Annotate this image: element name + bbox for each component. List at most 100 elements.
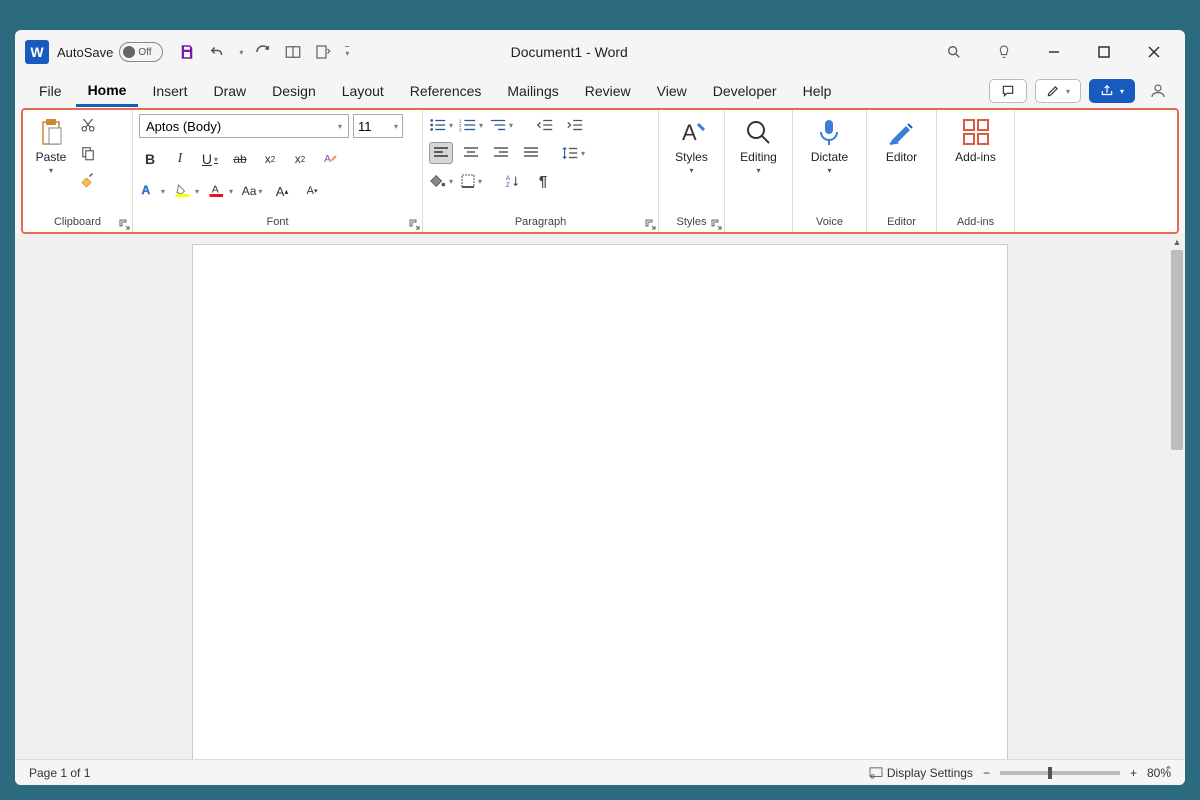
increase-indent-button[interactable] [563, 114, 587, 136]
close-button[interactable] [1139, 37, 1169, 67]
account-icon[interactable] [1143, 76, 1173, 106]
decrease-indent-button[interactable] [533, 114, 557, 136]
ribbon-highlight: Paste ▾ Clipboard [21, 108, 1179, 234]
lightbulb-icon[interactable] [989, 37, 1019, 67]
autosave-state: Off [138, 47, 151, 58]
tab-file[interactable]: File [27, 77, 74, 105]
display-settings-button[interactable]: Display Settings [869, 766, 973, 780]
svg-text:A: A [506, 175, 511, 182]
tab-help[interactable]: Help [791, 77, 844, 105]
cut-button[interactable] [77, 114, 99, 136]
subscript-button[interactable]: x2 [259, 148, 281, 170]
font-name-combo[interactable]: Aptos (Body)▾ [139, 114, 349, 138]
save-button[interactable] [177, 42, 197, 62]
tab-mailings[interactable]: Mailings [495, 77, 570, 105]
share-button[interactable]: ▾ [1089, 79, 1135, 103]
zoom-slider[interactable] [1000, 771, 1120, 775]
ribbon: Paste ▾ Clipboard [23, 110, 1177, 232]
borders-button[interactable]: ▾ [459, 170, 483, 192]
dictate-label: Dictate [811, 150, 848, 164]
page-indicator[interactable]: Page 1 of 1 [29, 766, 90, 780]
bold-button[interactable]: B [139, 148, 161, 170]
font-color-button[interactable]: A▾ [207, 180, 233, 202]
font-size-combo[interactable]: 11▾ [353, 114, 403, 138]
editor-button[interactable]: Editor [880, 114, 924, 166]
font-name-value: Aptos (Body) [146, 119, 221, 134]
editor-group-label: Editor [873, 214, 930, 230]
tab-review[interactable]: Review [573, 77, 643, 105]
group-clipboard: Paste ▾ Clipboard [23, 110, 133, 232]
editing-label: Editing [740, 150, 777, 164]
show-marks-button[interactable]: ¶ [531, 170, 555, 192]
sort-button[interactable]: AZ [501, 170, 525, 192]
tab-references[interactable]: References [398, 77, 494, 105]
align-center-button[interactable] [459, 142, 483, 164]
tab-layout[interactable]: Layout [330, 77, 396, 105]
bullets-button[interactable]: ▾ [429, 114, 453, 136]
align-right-button[interactable] [489, 142, 513, 164]
addins-button[interactable]: Add-ins [949, 114, 1002, 166]
font-group-label: Font [139, 214, 416, 230]
italic-button[interactable]: I [169, 148, 191, 170]
autosave-toggle[interactable]: Off [119, 42, 163, 62]
font-dialog-launcher[interactable] [408, 218, 420, 230]
autosave-control[interactable]: AutoSave Off [57, 42, 163, 62]
svg-text:A: A [212, 184, 219, 196]
vertical-scrollbar[interactable]: ▲ [1169, 234, 1185, 759]
paragraph-dialog-launcher[interactable] [644, 218, 656, 230]
line-spacing-button[interactable]: ▾ [561, 142, 585, 164]
numbering-button[interactable]: 123▾ [459, 114, 483, 136]
zoom-out-button[interactable]: − [983, 766, 990, 780]
font-size-value: 11 [358, 119, 372, 134]
svg-text:A: A [682, 120, 697, 145]
comments-button[interactable] [989, 79, 1027, 103]
titlebar: W AutoSave Off ▾ ▾ [15, 30, 1185, 74]
styles-button[interactable]: A Styles ▾ [669, 114, 714, 177]
format-painter-button[interactable] [77, 170, 99, 192]
ribbon-tabs: File Home Insert Draw Design Layout Refe… [15, 74, 1185, 108]
zoom-in-button[interactable]: + [1130, 766, 1137, 780]
grow-font-button[interactable]: A▴ [271, 180, 293, 202]
align-left-button[interactable] [429, 142, 453, 164]
svg-text:3: 3 [459, 127, 462, 132]
shrink-font-button[interactable]: A▾ [301, 180, 323, 202]
app-window: W AutoSave Off ▾ ▾ [15, 30, 1185, 785]
editing-mode-button[interactable]: ▾ [1035, 79, 1081, 103]
strikethrough-button[interactable]: ab [229, 148, 251, 170]
toggle-knob-icon [123, 46, 135, 58]
scroll-thumb[interactable] [1171, 250, 1183, 450]
scroll-up-icon[interactable]: ▲ [1169, 234, 1185, 250]
tab-view[interactable]: View [645, 77, 699, 105]
highlight-button[interactable]: ▾ [173, 180, 199, 202]
shading-button[interactable]: ▾ [429, 170, 453, 192]
minimize-button[interactable] [1039, 37, 1069, 67]
styles-dialog-launcher[interactable] [710, 218, 722, 230]
tab-developer[interactable]: Developer [701, 77, 789, 105]
change-case-button[interactable]: Aa▾ [241, 180, 263, 202]
document-area: ▲ [15, 234, 1185, 759]
multilevel-list-button[interactable]: ▾ [489, 114, 513, 136]
tab-home[interactable]: Home [76, 76, 139, 107]
search-button[interactable] [939, 37, 969, 67]
text-effects-button[interactable]: A▾ [139, 180, 165, 202]
clipboard-dialog-launcher[interactable] [118, 218, 130, 230]
maximize-button[interactable] [1089, 37, 1119, 67]
tab-design[interactable]: Design [260, 77, 328, 105]
tab-insert[interactable]: Insert [140, 77, 199, 105]
document-page[interactable] [192, 244, 1008, 759]
clipboard-group-label: Clipboard [29, 214, 126, 230]
group-editing: Editing ▾ [725, 110, 793, 232]
underline-button[interactable]: U▾ [199, 148, 221, 170]
titlebar-right [939, 37, 1175, 67]
superscript-button[interactable]: x2 [289, 148, 311, 170]
dictate-button[interactable]: Dictate ▾ [805, 114, 854, 177]
collapse-ribbon-button[interactable]: ⌃ [1164, 764, 1173, 777]
tab-draw[interactable]: Draw [201, 77, 258, 105]
clear-formatting-button[interactable]: A [319, 148, 341, 170]
justify-button[interactable] [519, 142, 543, 164]
editing-button[interactable]: Editing ▾ [734, 114, 783, 177]
statusbar: Page 1 of 1 Display Settings − + 80% [15, 759, 1185, 785]
copy-button[interactable] [77, 142, 99, 164]
paste-button[interactable]: Paste ▾ [29, 114, 73, 177]
paste-dropdown-icon: ▾ [49, 166, 53, 175]
